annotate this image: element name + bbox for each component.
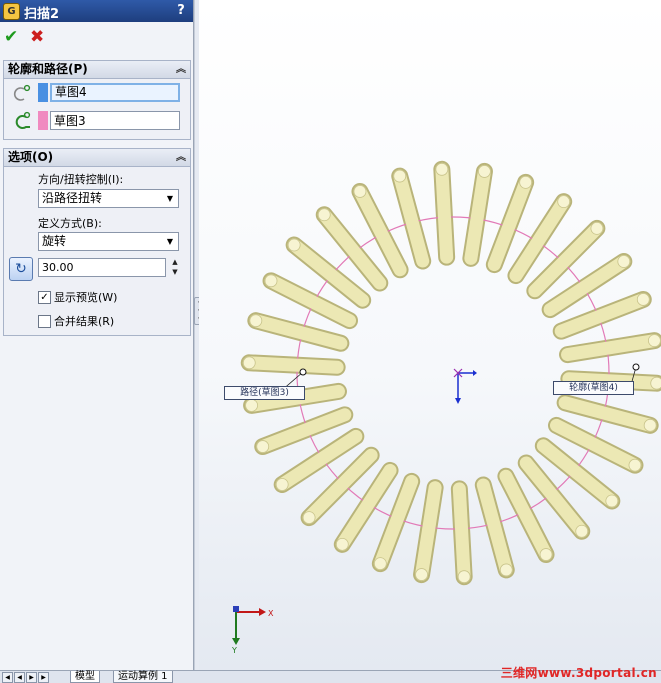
path-icon [15, 111, 31, 129]
spring-coil-cap [256, 440, 270, 453]
spring-coil-cap [575, 524, 589, 538]
spring-coil-cap [643, 418, 657, 432]
twist-direction-icon[interactable]: ↻ [9, 257, 33, 281]
spring-coil-cap [617, 255, 631, 268]
path-callout-anchor [299, 368, 307, 376]
options-group-header[interactable]: 选项(O) ︽ [4, 149, 190, 167]
define-by-label: 定义方式(B): [38, 217, 102, 230]
bottom-tab-bar: ◀ ◀ ▶ ▶ 模型 运动算例 1 三维网www.3dportal.cn [0, 666, 661, 683]
path-selection-row: 草图3 [4, 109, 190, 133]
feature-title-bar: G 扫描2 ? [0, 0, 193, 22]
triad-x-label: X [268, 609, 274, 618]
spring-coil-cap [650, 376, 661, 390]
orientation-dropdown[interactable]: 沿路径扭转 ▼ [38, 189, 179, 208]
spring-coil-cap [287, 238, 301, 252]
orientation-value: 沿路径扭转 [42, 191, 103, 205]
spring-coil [415, 481, 442, 582]
spring-coil-cap [275, 478, 289, 491]
spring-coil-cap [457, 570, 471, 584]
spring-coil-cap [519, 175, 533, 189]
profile-selection-box[interactable]: 草图4 [50, 83, 180, 102]
path-color-swatch [38, 111, 48, 130]
spring-coil-cap [302, 511, 316, 524]
profile-path-group: 轮廓和路径(P) ︽ 草图4 草图3 [3, 60, 191, 140]
spring-coil-cap [353, 185, 367, 198]
prev-tab-nav-icon[interactable]: ◀ [14, 672, 25, 683]
spring-coil-cap [539, 548, 553, 561]
tab-motion-study[interactable]: 运动算例 1 [113, 671, 173, 683]
profile-color-swatch [38, 83, 48, 102]
spring-coil [464, 164, 491, 265]
merge-result-checkbox[interactable] [38, 315, 51, 328]
profile-selection-row: 草图4 [4, 81, 190, 105]
collapse-chevron-icon[interactable]: ︽ [176, 149, 186, 166]
show-preview-checkbox[interactable]: ✓ [38, 291, 51, 304]
spring-coil-cap [264, 274, 278, 288]
origin-icon [453, 368, 477, 404]
spring-coil [435, 162, 454, 264]
spin-arrows-icon[interactable]: ▲ ▼ [169, 257, 181, 277]
last-tab-nav-icon[interactable]: ▶ [38, 672, 49, 683]
collapse-chevron-icon[interactable]: ︽ [176, 61, 186, 78]
spring-coil-cap [636, 293, 650, 306]
spring-coil-cap [605, 494, 619, 508]
spring-coil-cap [478, 165, 491, 178]
spring-coil [242, 356, 344, 374]
orientation-label: 方向/扭转控制(I): [38, 173, 124, 186]
path-selection-box[interactable]: 草图3 [50, 111, 180, 130]
profile-path-group-header[interactable]: 轮廓和路径(P) ︽ [4, 61, 190, 79]
feature-title: 扫描2 [24, 7, 60, 22]
define-by-value: 旋转 [42, 234, 67, 248]
spring-coil-cap [317, 208, 331, 222]
dropdown-arrow-icon: ▼ [166, 237, 174, 246]
spring-coil-cap [590, 222, 604, 235]
spring-coil-cap [557, 195, 571, 209]
spring-coil-cap [249, 314, 263, 328]
define-by-dropdown[interactable]: 旋转 ▼ [38, 232, 179, 251]
spring-coil-cap [335, 537, 349, 551]
dropdown-arrow-icon: ▼ [166, 194, 174, 203]
profile-callout-anchor [632, 363, 640, 371]
property-manager: G 扫描2 ? ✔ ✖ 轮廓和路径(P) ︽ 草图4 草图3 选项(O) ︽ 方… [0, 0, 194, 670]
show-preview-label: 显示预览(W) [54, 291, 118, 304]
profile-callout[interactable]: 轮廓(草图4) [553, 381, 634, 395]
profile-icon [13, 84, 31, 101]
cancel-button[interactable]: ✖ [30, 28, 46, 46]
merge-result-label: 合并结果(R) [54, 315, 115, 328]
axis-triad-icon: X Y [231, 606, 274, 655]
path-callout[interactable]: 路径(草图3) [224, 386, 305, 400]
graphics-viewport[interactable]: X Y 路径(草图3) 轮廓(草图4) [199, 0, 661, 670]
spring-coil-cap [415, 568, 428, 581]
spring-coil-cap [499, 563, 513, 577]
ok-button[interactable]: ✔ [4, 28, 20, 46]
help-button[interactable]: ? [173, 2, 189, 19]
first-tab-nav-icon[interactable]: ◀ [2, 672, 13, 683]
sweep-preview-scene: X Y [231, 160, 661, 655]
spring-coil-cap [435, 162, 449, 176]
spring-coil-cap [648, 334, 661, 348]
profile-path-group-title: 轮廓和路径(P) [8, 62, 88, 76]
tab-model[interactable]: 模型 [70, 671, 100, 683]
spring-coil-cap [373, 557, 387, 571]
watermark: 三维网www.3dportal.cn [500, 666, 657, 680]
options-group-title: 选项(O) [8, 150, 54, 164]
spring-coil-cap [242, 356, 256, 370]
spring-coil [561, 334, 661, 362]
triad-y-label: Y [231, 646, 237, 655]
spring-coil-cap [245, 398, 258, 412]
spring-coil-cap [393, 169, 407, 183]
next-tab-nav-icon[interactable]: ▶ [26, 672, 37, 683]
spring-coil [452, 482, 471, 584]
twist-angle-input[interactable]: 30.00 [38, 258, 166, 277]
sweep-feature-icon: G [3, 3, 20, 20]
options-group: 选项(O) ︽ 方向/扭转控制(I): 沿路径扭转 ▼ 定义方式(B): 旋转 … [3, 148, 191, 336]
spring-coil-cap [628, 458, 642, 472]
